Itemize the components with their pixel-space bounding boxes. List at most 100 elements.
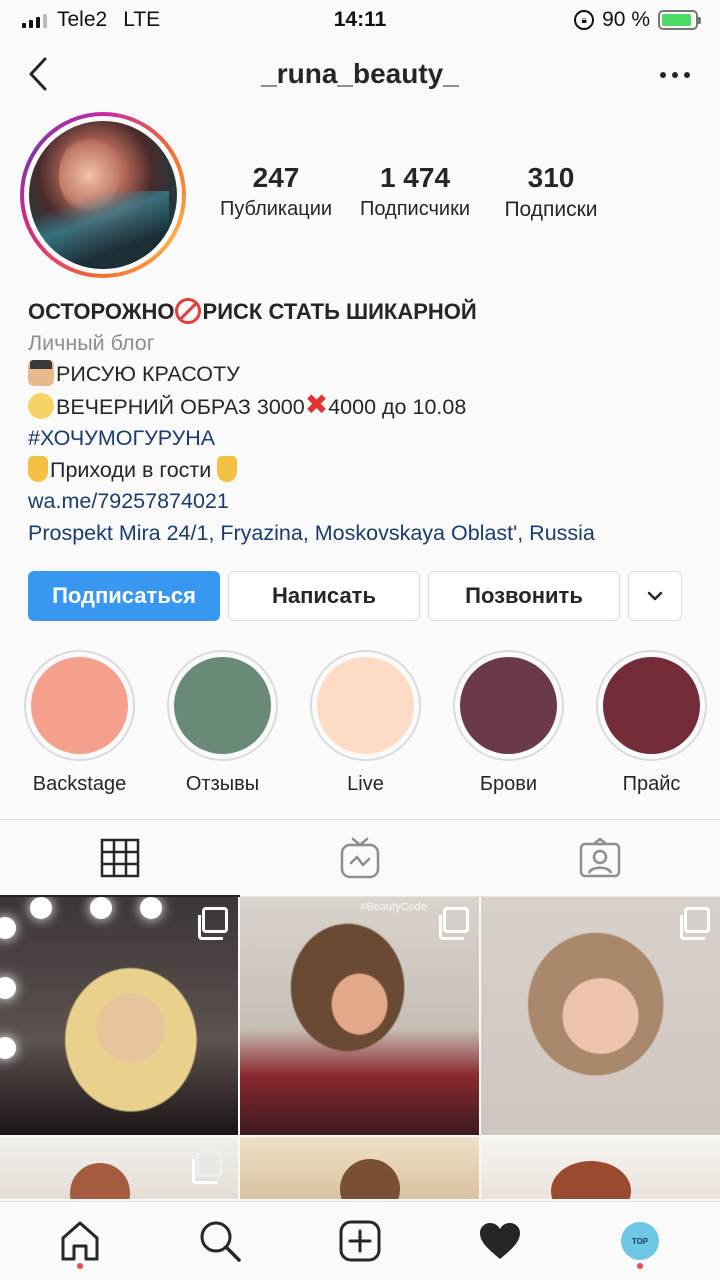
bio-line-2: ВЕЧЕРНИЙ ОБРАЗ 3000✖4000 до 10.08 — [28, 388, 708, 424]
bio-address-link[interactable]: Prospekt Mira 24/1, Fryazina, Moskovskay… — [28, 518, 708, 550]
posts-grid: #BeautyCode — [0, 897, 720, 1201]
stat-followers[interactable]: 1 474 Подписчики — [344, 162, 486, 222]
posts-count: 247 — [252, 162, 300, 193]
story-highlights: Backstage Отзывы Live Брови Прайс — [24, 650, 720, 796]
highlight-brows[interactable]: Брови — [453, 650, 564, 796]
bio-hashtag[interactable]: #ХОЧУМОГУРУНА — [28, 423, 708, 455]
profile-avatar-story-ring[interactable] — [20, 112, 186, 278]
username-title: _runa_beauty_ — [261, 58, 459, 89]
decor — [0, 1037, 16, 1059]
carousel-icon — [439, 907, 469, 940]
highlight-backstage[interactable]: Backstage — [24, 650, 135, 796]
profile-category: Личный блог — [28, 330, 155, 355]
battery-icon — [658, 10, 701, 30]
notification-dot — [77, 1263, 83, 1269]
highlight-cover — [603, 657, 700, 754]
highlight-cover — [174, 657, 271, 754]
tab-profile[interactable]: TOP — [600, 1211, 680, 1271]
add-post-icon — [339, 1220, 381, 1262]
post-thumbnail[interactable] — [481, 897, 720, 1135]
call-button[interactable]: Позвонить — [428, 571, 620, 621]
tab-home[interactable] — [40, 1211, 120, 1271]
follow-button[interactable]: Подписаться — [28, 571, 220, 621]
status-right: 🔒︎ 90 % — [574, 8, 701, 32]
tab-search[interactable] — [180, 1211, 260, 1271]
highlight-label: Backstage — [32, 773, 127, 795]
profile-avatar: TOP — [621, 1222, 659, 1260]
back-button[interactable] — [28, 54, 58, 94]
profile-bio: ОСТОРОЖНО РИСК СТАТЬ ШИКАРНОЙ Личный блог… — [28, 296, 708, 549]
highlight-cover — [31, 657, 128, 754]
post-thumbnail[interactable] — [0, 1137, 238, 1199]
home-icon — [61, 1221, 99, 1261]
post-thumbnail[interactable] — [0, 897, 238, 1135]
post-thumbnail[interactable] — [240, 1137, 479, 1199]
tab-grid[interactable] — [0, 820, 240, 897]
decor — [0, 977, 16, 999]
decor — [0, 917, 16, 939]
more-options-button[interactable] — [660, 60, 690, 90]
highlight-live[interactable]: Live — [310, 650, 421, 796]
highlight-cover — [460, 657, 557, 754]
carousel-icon — [680, 907, 710, 940]
carousel-icon — [192, 1151, 222, 1184]
bottom-tab-bar: TOP — [0, 1201, 720, 1280]
notification-dot — [637, 1263, 643, 1269]
tab-igtv[interactable] — [240, 820, 480, 896]
bio-line-4: Приходи в гости — [28, 455, 708, 487]
suggested-accounts-button[interactable] — [628, 571, 682, 621]
photo-watermark: #BeautyCode — [360, 901, 427, 913]
tab-tagged[interactable] — [480, 820, 720, 896]
decor — [140, 897, 162, 919]
status-left: Tele2 LTE — [22, 8, 160, 32]
stat-posts[interactable]: 247 Публикации — [208, 162, 344, 222]
tab-activity[interactable] — [460, 1211, 540, 1271]
decor — [70, 1163, 130, 1199]
network-label: LTE — [123, 8, 161, 31]
following-label: Подписки — [504, 198, 598, 221]
following-count: 310 — [527, 162, 575, 193]
pointing-down-emoji-icon — [28, 455, 48, 482]
profile-avatar — [29, 121, 177, 269]
tab-new-post[interactable] — [320, 1211, 400, 1271]
battery-percent: 90 % — [602, 8, 650, 31]
heart-icon — [480, 1223, 520, 1259]
followers-count: 1 474 — [379, 162, 451, 193]
followers-label: Подписчики — [359, 198, 471, 220]
profile-badge-label: TOP — [631, 1236, 649, 1246]
highlight-label: Прайс — [622, 773, 681, 795]
grid-icon — [100, 838, 140, 878]
igtv-icon — [340, 837, 380, 879]
message-button[interactable]: Написать — [228, 571, 420, 621]
dizzy-emoji-icon — [28, 392, 54, 419]
tagged-icon — [579, 838, 621, 878]
search-icon — [200, 1221, 241, 1262]
highlight-label: Live — [347, 773, 384, 795]
display-name-part2: РИСК СТАТЬ ШИКАРНОЙ — [202, 299, 477, 324]
highlight-price[interactable]: Прайс — [596, 650, 707, 796]
rotation-lock-icon: 🔒︎ — [574, 10, 595, 30]
pointing-down-emoji-icon — [217, 455, 238, 482]
highlight-label: Отзывы — [185, 773, 260, 795]
posts-label: Публикации — [219, 198, 333, 220]
ellipsis-icon — [660, 72, 666, 78]
decor — [340, 1159, 400, 1199]
no-entry-emoji-icon — [174, 298, 201, 324]
post-thumbnail[interactable]: #BeautyCode — [240, 897, 479, 1135]
profile-stats: 247 Публикации 1 474 Подписчики 310 Подп… — [208, 162, 628, 222]
bio-website-link[interactable]: wa.me/79257874021 — [28, 486, 708, 518]
carousel-icon — [198, 907, 228, 940]
profile-actions: Подписаться Написать Позвонить — [28, 571, 692, 621]
stat-following[interactable]: 310 Подписки — [486, 162, 616, 222]
cross-mark-emoji-icon: ✖ — [304, 388, 329, 420]
highlight-reviews[interactable]: Отзывы — [167, 650, 278, 796]
artist-emoji-icon — [28, 360, 54, 386]
bio-line-1: РИСУЮ КРАСОТУ — [28, 359, 708, 391]
chevron-left-icon — [29, 57, 47, 91]
profile-tabs — [0, 819, 720, 897]
post-thumbnail[interactable] — [481, 1137, 720, 1199]
highlight-cover — [317, 657, 414, 754]
highlight-label: Брови — [479, 773, 538, 795]
decor — [551, 1161, 631, 1199]
decor — [90, 897, 112, 919]
